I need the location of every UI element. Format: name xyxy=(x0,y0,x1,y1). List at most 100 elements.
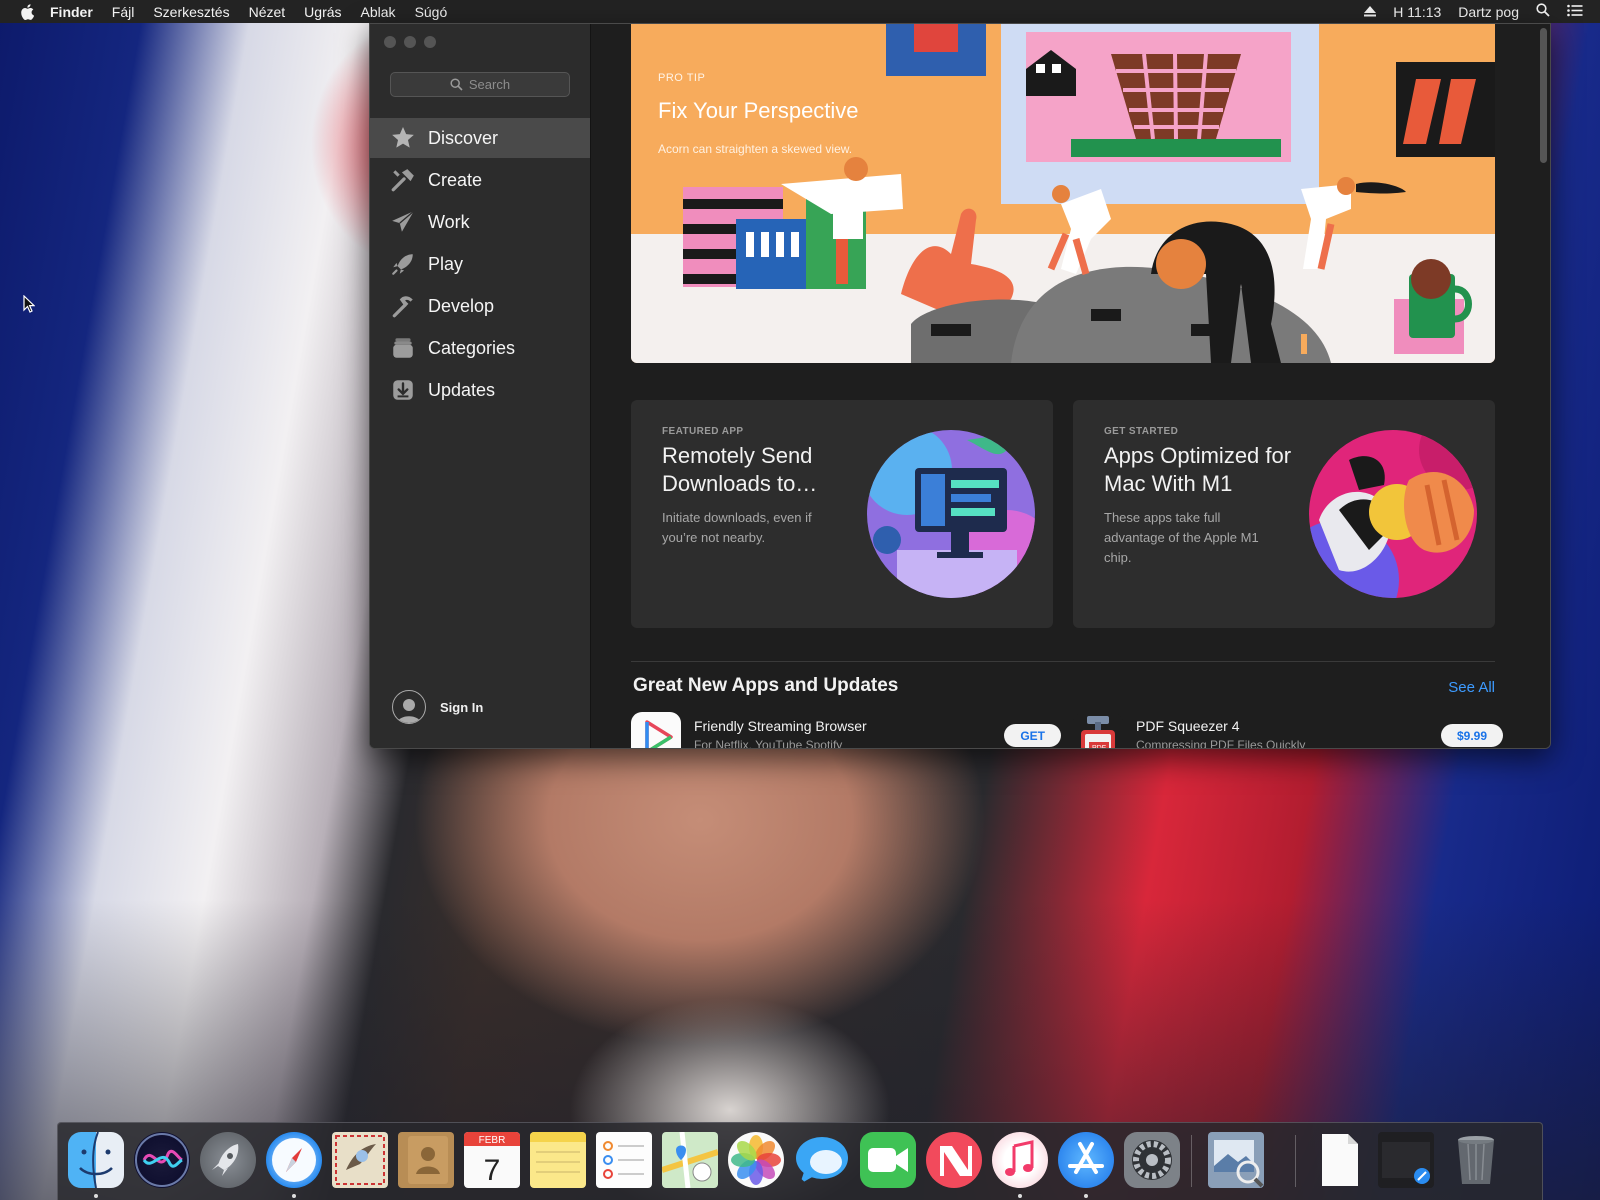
sidebar-item-work[interactable]: Work xyxy=(370,202,590,242)
maps-icon[interactable] xyxy=(662,1132,718,1188)
sidebar-item-categories[interactable]: Categories xyxy=(370,328,590,368)
notification-center-icon[interactable] xyxy=(1567,4,1583,20)
card-description: Initiate downloads, even if you’re not n… xyxy=(662,510,812,545)
featured-app-card[interactable]: FEATURED APP Remotely Send Downloads to…… xyxy=(631,400,1053,628)
menu-clock[interactable]: H 11:13 xyxy=(1393,4,1441,20)
menu-help[interactable]: Súgó xyxy=(415,4,448,20)
price-button[interactable]: $9.99 xyxy=(1440,724,1503,747)
hero-eyebrow: PRO TIP xyxy=(658,72,706,84)
launchpad-icon[interactable] xyxy=(200,1132,256,1188)
app-name: Friendly Streaming Browser xyxy=(694,718,867,734)
sidebar-item-develop[interactable]: Develop xyxy=(370,286,590,326)
section-title: Great New Apps and Updates xyxy=(633,675,899,696)
spotlight-icon[interactable] xyxy=(1536,3,1550,20)
dock: FEBR 7 xyxy=(57,1122,1543,1200)
sign-in-button[interactable]: Sign In xyxy=(392,690,483,724)
eject-icon[interactable] xyxy=(1364,4,1377,20)
app-row-pdf-squeezer[interactable]: PDF PDF Squeezer 4 Compressing PDF Files… xyxy=(1073,712,1503,748)
sidebar-item-label: Create xyxy=(428,169,483,190)
menu-window[interactable]: Ablak xyxy=(361,4,396,20)
messages-icon[interactable] xyxy=(794,1132,850,1188)
paper-plane-icon xyxy=(390,209,416,235)
menu-view[interactable]: Nézet xyxy=(249,4,286,20)
notes-icon[interactable] xyxy=(530,1132,586,1188)
menu-edit[interactable]: Szerkesztés xyxy=(153,4,229,20)
trash-icon[interactable] xyxy=(1448,1132,1504,1188)
pdf-clamp-icon: PDF xyxy=(1073,712,1123,748)
hero-illustration xyxy=(683,24,1495,363)
see-all-link[interactable]: See All xyxy=(1448,679,1495,696)
card-eyebrow: GET STARTED xyxy=(1104,426,1179,437)
search-icon xyxy=(450,78,463,91)
running-indicator xyxy=(1018,1194,1022,1198)
document-icon[interactable] xyxy=(1312,1132,1368,1188)
hero-title: Fix Your Perspective xyxy=(658,98,859,123)
app-store-window: Search Discover Create Work Play Develop… xyxy=(369,23,1551,749)
hero-subtitle: Acorn can straighten a skewed view. xyxy=(658,142,853,156)
card-eyebrow: FEATURED APP xyxy=(662,426,744,437)
app-store-icon[interactable] xyxy=(1058,1132,1114,1188)
sidebar-item-create[interactable]: Create xyxy=(370,160,590,200)
calendar-month: FEBR xyxy=(479,1135,506,1146)
calendar-day: 7 xyxy=(484,1154,501,1187)
news-icon[interactable] xyxy=(926,1132,982,1188)
dock-separator xyxy=(1191,1135,1192,1187)
minimize-button[interactable] xyxy=(404,36,416,48)
sidebar-nav: Discover Create Work Play Develop Catego… xyxy=(370,118,590,412)
downloads-stack-icon[interactable] xyxy=(1378,1132,1434,1188)
zoom-button[interactable] xyxy=(424,36,436,48)
sidebar-item-label: Discover xyxy=(428,127,499,148)
close-button[interactable] xyxy=(384,36,396,48)
running-indicator xyxy=(292,1194,296,1198)
siri-icon[interactable] xyxy=(134,1132,190,1188)
menu-user[interactable]: Dartz pog xyxy=(1458,4,1519,20)
calendar-icon[interactable]: FEBR 7 xyxy=(464,1132,520,1188)
contacts-icon[interactable] xyxy=(398,1132,454,1188)
sidebar-item-label: Develop xyxy=(428,295,495,316)
card-title: Remotely Send Downloads to… xyxy=(662,443,818,496)
app-subtitle: Compressing PDF Files Quickly xyxy=(1136,738,1306,748)
sidebar-item-label: Play xyxy=(428,253,464,274)
facetime-icon[interactable] xyxy=(860,1132,916,1188)
sidebar-item-label: Updates xyxy=(428,379,496,400)
sidebar-item-label: Work xyxy=(428,211,470,232)
sidebar: Search Discover Create Work Play Develop… xyxy=(370,24,591,748)
safari-icon[interactable] xyxy=(266,1132,322,1188)
sign-in-label: Sign In xyxy=(440,699,484,715)
sidebar-item-label: Categories xyxy=(428,337,516,358)
reminders-icon[interactable] xyxy=(596,1132,652,1188)
running-indicator xyxy=(94,1194,98,1198)
hero-banner[interactable]: PRO TIP Fix Your Perspective Acorn can s… xyxy=(631,24,1495,363)
sidebar-item-updates[interactable]: Updates xyxy=(370,370,590,410)
card-title: Apps Optimized for Mac With M1 xyxy=(1104,443,1292,496)
preview-icon[interactable] xyxy=(1208,1132,1264,1188)
sidebar-item-discover[interactable]: Discover xyxy=(370,118,590,158)
remote-downloads-artwork xyxy=(867,430,1035,598)
star-icon xyxy=(390,125,416,151)
menu-file[interactable]: Fájl xyxy=(112,4,135,20)
play-triangle-icon xyxy=(631,712,681,748)
main-content: PRO TIP Fix Your Perspective Acorn can s… xyxy=(591,24,1550,748)
rocket-icon xyxy=(390,251,416,277)
get-button[interactable]: GET xyxy=(1004,724,1061,747)
hammer-icon xyxy=(390,293,416,319)
apple-menu-icon[interactable] xyxy=(20,3,34,20)
app-row-friendly[interactable]: Friendly Streaming Browser For Netflix, … xyxy=(631,712,1061,748)
stack-icon xyxy=(390,335,416,361)
search-field[interactable]: Search xyxy=(390,72,570,97)
sidebar-item-play[interactable]: Play xyxy=(370,244,590,284)
finder-icon[interactable] xyxy=(68,1132,124,1188)
vertical-scrollbar[interactable] xyxy=(1540,28,1547,163)
menu-go[interactable]: Ugrás xyxy=(304,4,341,20)
mail-icon[interactable] xyxy=(332,1132,388,1188)
photos-icon[interactable] xyxy=(728,1132,784,1188)
menu-bar: Finder Fájl Szerkesztés Nézet Ugrás Abla… xyxy=(0,0,1600,23)
dock-separator xyxy=(1295,1135,1296,1187)
download-icon xyxy=(390,377,416,403)
menu-app-name[interactable]: Finder xyxy=(50,4,93,20)
music-icon[interactable] xyxy=(992,1132,1048,1188)
get-started-card[interactable]: GET STARTED Apps Optimized for Mac With … xyxy=(1073,400,1495,628)
m1-apps-artwork xyxy=(1309,430,1477,598)
running-indicator xyxy=(1084,1194,1088,1198)
system-preferences-icon[interactable] xyxy=(1124,1132,1180,1188)
